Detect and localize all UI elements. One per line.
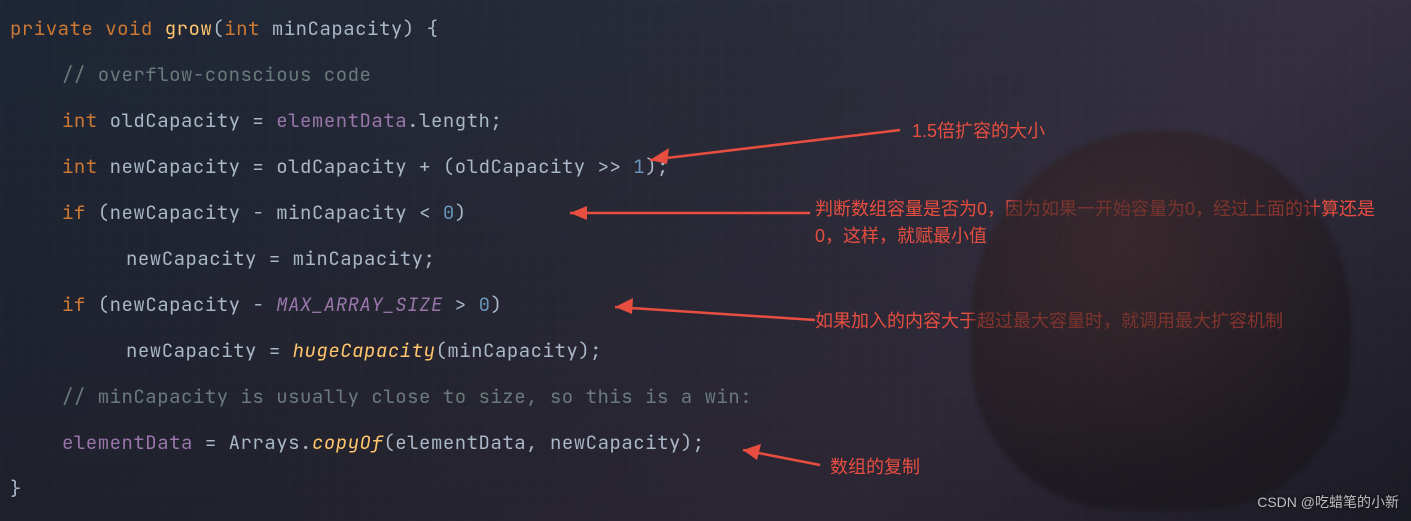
paren: ): [455, 198, 467, 228]
paren: (: [443, 152, 455, 182]
brace: {: [427, 14, 439, 44]
paren: (: [383, 428, 395, 458]
code-line: newCapacity = minCapacity ;: [10, 236, 752, 282]
code-line: elementData = Arrays . copyOf ( elementD…: [10, 420, 752, 466]
code-block: private void grow ( int minCapacity ) { …: [10, 6, 752, 512]
op: <: [419, 198, 431, 228]
paren: (: [98, 290, 110, 320]
number: 0: [479, 290, 491, 320]
code-line: private void grow ( int minCapacity ) {: [10, 6, 752, 52]
field: elementData: [276, 106, 407, 136]
op: +: [419, 152, 431, 182]
arg: newCapacity: [550, 428, 681, 458]
class: Arrays: [229, 428, 300, 458]
op: -: [252, 290, 264, 320]
keyword: if: [62, 290, 86, 320]
annotation-text: 数组的复制: [830, 454, 920, 481]
arg: minCapacity: [447, 336, 578, 366]
arrow-icon: [735, 445, 825, 475]
op: =: [252, 106, 264, 136]
keyword: private: [10, 14, 93, 44]
type: int: [224, 14, 260, 44]
paren: ): [578, 336, 590, 366]
semi: ;: [490, 106, 502, 136]
var: oldCapacity: [110, 106, 241, 136]
var: newCapacity: [110, 290, 241, 320]
dot: .: [407, 106, 419, 136]
var: newCapacity: [110, 152, 241, 182]
code-line: int newCapacity = oldCapacity + ( oldCap…: [10, 144, 752, 190]
number: 1: [633, 152, 645, 182]
paren: (: [435, 336, 447, 366]
op: =: [252, 152, 264, 182]
field: elementData: [62, 428, 193, 458]
number: 0: [443, 198, 455, 228]
op: >: [455, 290, 467, 320]
var: newCapacity: [126, 244, 257, 274]
op: -: [252, 198, 264, 228]
function-name: grow: [165, 14, 213, 44]
var: minCapacity: [276, 198, 407, 228]
annotation-text: 1.5倍扩容的大小: [912, 118, 1045, 145]
op: =: [269, 244, 281, 274]
var: newCapacity: [126, 336, 257, 366]
type: int: [62, 152, 98, 182]
op: >>: [598, 152, 622, 182]
paren: ): [490, 290, 502, 320]
code-line: // overflow-conscious code: [10, 52, 752, 98]
brace: }: [10, 474, 22, 504]
param: minCapacity: [272, 14, 403, 44]
arrow-icon: [610, 300, 820, 330]
code-line: }: [10, 466, 752, 512]
prop: length: [419, 106, 490, 136]
annotation-text: 判断数组容量是否为0，因为如果一开始容量为0，经过上面的计算还是0，这样，就赋最…: [815, 196, 1395, 250]
comment: // minCapacity is usually close to size,…: [62, 382, 752, 412]
code-line: // minCapacity is usually close to size,…: [10, 374, 752, 420]
var: oldCapacity: [455, 152, 586, 182]
op: =: [205, 428, 217, 458]
op: =: [269, 336, 281, 366]
type: int: [62, 106, 98, 136]
arg: elementData: [395, 428, 526, 458]
arrow-icon: [645, 130, 905, 170]
var: oldCapacity: [276, 152, 407, 182]
var: minCapacity: [293, 244, 424, 274]
arrow-icon: [565, 205, 815, 225]
semi: ;: [590, 336, 602, 366]
watermark: CSDN @吃蜡笔的小新: [1257, 491, 1399, 513]
semi: ;: [424, 244, 436, 274]
keyword: if: [62, 198, 86, 228]
paren: ): [681, 428, 693, 458]
code-line: newCapacity = hugeCapacity ( minCapacity…: [10, 328, 752, 374]
function-call: copyOf: [312, 428, 383, 458]
code-line: int oldCapacity = elementData . length ;: [10, 98, 752, 144]
keyword: void: [105, 14, 153, 44]
comment: // overflow-conscious code: [62, 60, 371, 90]
comma: ,: [526, 428, 538, 458]
annotation-text: 如果加入的内容大于超过最大容量时，就调用最大扩容机制: [815, 308, 1395, 335]
paren: (: [98, 198, 110, 228]
paren: (: [212, 14, 224, 44]
constant: MAX_ARRAY_SIZE: [276, 290, 443, 320]
var: newCapacity: [110, 198, 241, 228]
paren: ): [403, 14, 415, 44]
function-call: hugeCapacity: [293, 336, 436, 366]
dot: .: [300, 428, 312, 458]
semi: ;: [693, 428, 705, 458]
